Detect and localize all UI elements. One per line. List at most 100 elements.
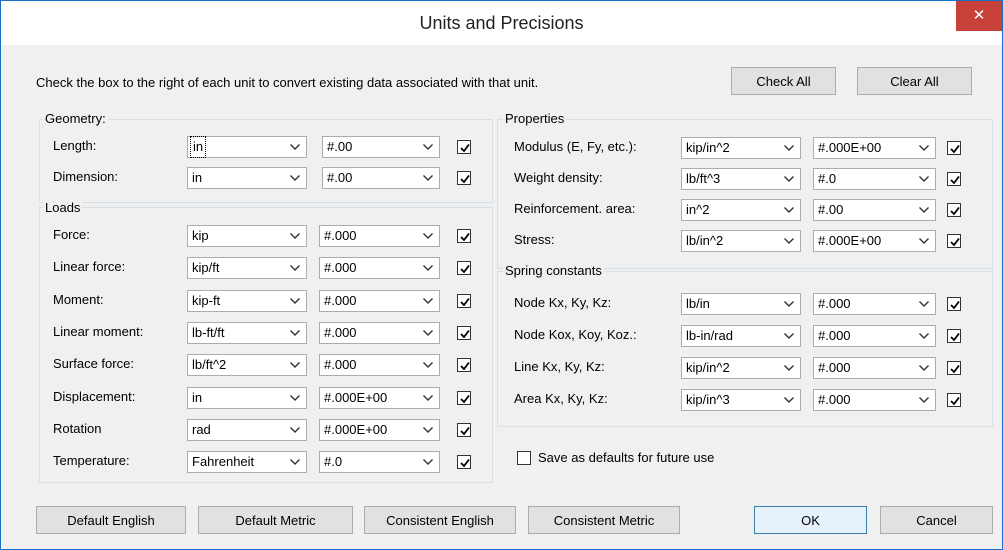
save-defaults-label: Save as defaults for future use <box>538 450 715 465</box>
consistent-metric-button[interactable]: Consistent Metric <box>528 506 680 534</box>
rotation-label: Rotation <box>53 420 102 436</box>
linear-moment-convert-checkbox[interactable] <box>457 325 471 340</box>
default-metric-button[interactable]: Default Metric <box>198 506 353 534</box>
chevron-down-icon <box>918 393 930 407</box>
dimension-unit-dropdown[interactable]: in <box>187 167 307 189</box>
close-button[interactable]: ✕ <box>956 1 1002 31</box>
area-kx-ky-kz-precision-value: #.000 <box>818 392 851 407</box>
chevron-down-icon <box>422 423 434 437</box>
cancel-button[interactable]: Cancel <box>880 506 993 534</box>
force-precision-value: #.000 <box>324 228 357 243</box>
length-precision-dropdown[interactable]: #.00 <box>322 136 440 158</box>
temperature-convert-checkbox[interactable] <box>457 455 471 470</box>
line-kx-ky-kz-precision-dropdown[interactable]: #.000 <box>813 357 936 379</box>
stress-unit-dropdown[interactable]: lb/in^2 <box>681 230 801 252</box>
reinforcement-area-label: Reinforcement. area: <box>514 201 636 216</box>
node-kox-koy-koz-unit-dropdown[interactable]: lb-in/rad <box>681 325 801 347</box>
linear-force-unit-dropdown[interactable]: kip/ft <box>187 257 307 280</box>
modulus-e-fy-etc-precision-dropdown[interactable]: #.000E+00 <box>813 137 936 159</box>
area-kx-ky-kz-label: Area Kx, Ky, Kz: <box>514 391 608 406</box>
linear-moment-unit-dropdown[interactable]: lb-ft/ft <box>187 321 307 344</box>
linear-force-precision-dropdown[interactable]: #.000 <box>319 257 440 280</box>
consistent-english-button[interactable]: Consistent English <box>364 506 516 534</box>
surface-force-precision-value: #.000 <box>324 357 357 373</box>
temperature-precision-dropdown[interactable]: #.0 <box>319 451 440 474</box>
temperature-unit-dropdown[interactable]: Fahrenheit <box>187 451 307 474</box>
check-all-button[interactable]: Check All <box>731 67 836 95</box>
stress-precision-dropdown[interactable]: #.000E+00 <box>813 230 936 252</box>
weight-density-precision-value: #.0 <box>818 171 837 186</box>
chevron-down-icon <box>289 261 301 275</box>
chevron-down-icon <box>289 294 301 308</box>
default-english-button[interactable]: Default English <box>36 506 186 534</box>
area-kx-ky-kz-convert-checkbox[interactable] <box>947 393 961 407</box>
linear-moment-precision-value: #.000 <box>324 324 357 340</box>
displacement-precision-dropdown[interactable]: #.000E+00 <box>319 386 440 409</box>
node-kox-koy-koz-convert-checkbox[interactable] <box>947 329 961 343</box>
modulus-e-fy-etc-unit-dropdown[interactable]: kip/in^2 <box>681 137 801 159</box>
temperature-precision-value: #.0 <box>324 454 343 470</box>
weight-density-label: Weight density: <box>514 170 603 185</box>
area-kx-ky-kz-precision-dropdown[interactable]: #.000 <box>813 389 936 411</box>
node-kx-ky-kz-unit-dropdown[interactable]: lb/in <box>681 293 801 315</box>
node-kx-ky-kz-unit-value: lb/in <box>686 296 710 311</box>
displacement-convert-checkbox[interactable] <box>457 390 471 405</box>
save-defaults-checkbox[interactable] <box>517 451 531 465</box>
line-kx-ky-kz-unit-dropdown[interactable]: kip/in^2 <box>681 357 801 379</box>
reinforcement-area-convert-checkbox[interactable] <box>947 203 961 217</box>
dimension-precision-dropdown[interactable]: #.00 <box>322 167 440 189</box>
chevron-down-icon <box>422 261 434 275</box>
chevron-down-icon <box>918 141 930 155</box>
displacement-unit-dropdown[interactable]: in <box>187 386 307 409</box>
chevron-down-icon <box>289 171 301 185</box>
chevron-down-icon <box>422 171 434 185</box>
moment-convert-checkbox[interactable] <box>457 293 471 308</box>
rotation-unit-dropdown[interactable]: rad <box>187 418 307 441</box>
node-kx-ky-kz-precision-dropdown[interactable]: #.000 <box>813 293 936 315</box>
node-kox-koy-koz-precision-dropdown[interactable]: #.000 <box>813 325 936 347</box>
moment-precision-dropdown[interactable]: #.000 <box>319 289 440 312</box>
force-unit-dropdown[interactable]: kip <box>187 225 307 247</box>
surface-force-precision-dropdown[interactable]: #.000 <box>319 354 440 377</box>
weight-density-precision-dropdown[interactable]: #.0 <box>813 168 936 190</box>
stress-convert-checkbox[interactable] <box>947 234 961 248</box>
ok-button[interactable]: OK <box>754 506 867 534</box>
moment-label: Moment: <box>53 291 104 307</box>
node-kx-ky-kz-precision-value: #.000 <box>818 296 851 311</box>
node-kx-ky-kz-convert-checkbox[interactable] <box>947 297 961 311</box>
area-kx-ky-kz-unit-dropdown[interactable]: kip/in^3 <box>681 389 801 411</box>
clear-all-button[interactable]: Clear All <box>857 67 972 95</box>
reinforcement-area-unit-dropdown[interactable]: in^2 <box>681 199 801 221</box>
linear-force-convert-checkbox[interactable] <box>457 261 471 276</box>
length-convert-checkbox[interactable] <box>457 140 471 154</box>
dimension-convert-checkbox[interactable] <box>457 171 471 185</box>
chevron-down-icon <box>289 140 301 154</box>
moment-unit-dropdown[interactable]: kip-ft <box>187 289 307 312</box>
force-precision-dropdown[interactable]: #.000 <box>319 225 440 247</box>
weight-density-convert-checkbox[interactable] <box>947 172 961 186</box>
surface-force-unit-dropdown[interactable]: lb/ft^2 <box>187 354 307 377</box>
chevron-down-icon <box>422 294 434 308</box>
linear-moment-unit-value: lb-ft/ft <box>192 324 225 340</box>
weight-density-unit-dropdown[interactable]: lb/ft^3 <box>681 168 801 190</box>
temperature-label: Temperature: <box>53 453 130 469</box>
node-kox-koy-koz-label: Node Kox, Koy, Koz.: <box>514 327 637 342</box>
chevron-down-icon <box>289 455 301 469</box>
chevron-down-icon <box>783 297 795 311</box>
close-icon: ✕ <box>972 7 986 24</box>
chevron-down-icon <box>918 203 930 217</box>
surface-force-convert-checkbox[interactable] <box>457 358 471 373</box>
force-unit-value: kip <box>192 228 209 243</box>
rotation-convert-checkbox[interactable] <box>457 422 471 437</box>
rotation-precision-dropdown[interactable]: #.000E+00 <box>319 418 440 441</box>
force-convert-checkbox[interactable] <box>457 229 471 243</box>
linear-moment-label: Linear moment: <box>53 323 144 339</box>
modulus-e-fy-etc-precision-value: #.000E+00 <box>818 140 882 155</box>
length-unit-dropdown[interactable]: in <box>187 136 307 158</box>
loads-group-label: Loads <box>43 200 83 215</box>
modulus-e-fy-etc-convert-checkbox[interactable] <box>947 141 961 155</box>
line-kx-ky-kz-convert-checkbox[interactable] <box>947 361 961 375</box>
linear-moment-precision-dropdown[interactable]: #.000 <box>319 321 440 344</box>
reinforcement-area-precision-dropdown[interactable]: #.00 <box>813 199 936 221</box>
line-kx-ky-kz-unit-value: kip/in^2 <box>686 360 730 375</box>
